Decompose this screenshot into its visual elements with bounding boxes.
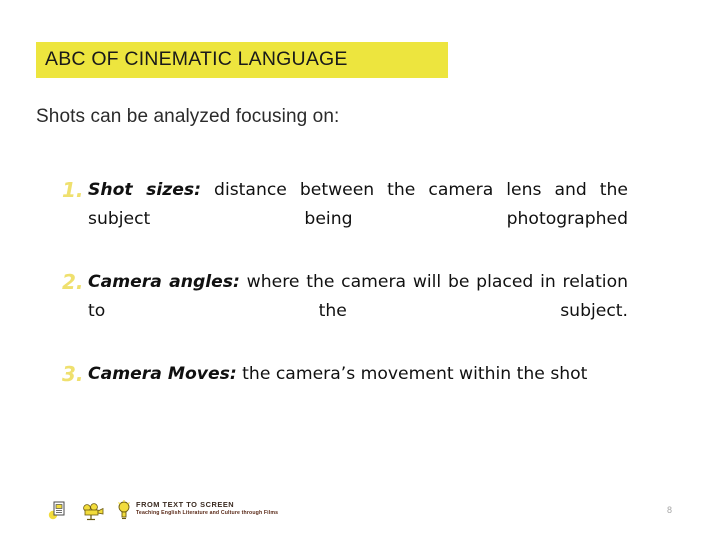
footer-brand-title: FROM TEXT TO SCREEN (136, 500, 235, 509)
numbered-list: 1. Shot sizes: distance between the came… (62, 176, 628, 389)
list-item-number: 1. (62, 178, 84, 202)
book-icon (48, 498, 68, 522)
lightbulb-icon (116, 498, 136, 522)
intro-text: Shots can be analyzed focusing on: (36, 106, 340, 127)
list-item-number: 3. (62, 362, 84, 386)
footer-icon-group (48, 498, 136, 522)
title-highlight-box: ABC OF CINEMATIC LANGUAGE (36, 42, 448, 78)
list-item-lead: Camera Moves: (88, 364, 237, 384)
list-item-body: Camera angles: where the camera will be … (88, 268, 628, 326)
footer-brand-subtitle: Teaching English Literature and Culture … (136, 509, 279, 516)
film-camera-icon (82, 498, 104, 522)
list-item: 1. Shot sizes: distance between the came… (62, 176, 628, 234)
page-number: 8 (666, 505, 672, 515)
list-item: 3. Camera Moves: the camera’s movement w… (62, 360, 628, 389)
footer: FROM TEXT TO SCREEN Teaching English Lit… (48, 496, 672, 530)
list-item-number: 2. (62, 270, 84, 294)
slide: ABC OF CINEMATIC LANGUAGE Shots can be a… (0, 0, 720, 540)
list-item-lead: Shot sizes: (88, 180, 202, 200)
list-item-body: Shot sizes: distance between the camera … (88, 176, 628, 234)
list-item-lead: Camera angles: (88, 272, 240, 292)
list-item: 2. Camera angles: where the camera will … (62, 268, 628, 326)
list-item-text: the camera’s movement within the shot (236, 364, 588, 384)
list-item-body: Camera Moves: the camera’s movement with… (88, 360, 628, 389)
footer-brand: FROM TEXT TO SCREEN Teaching English Lit… (136, 501, 278, 516)
page-title: ABC OF CINEMATIC LANGUAGE (45, 48, 348, 71)
